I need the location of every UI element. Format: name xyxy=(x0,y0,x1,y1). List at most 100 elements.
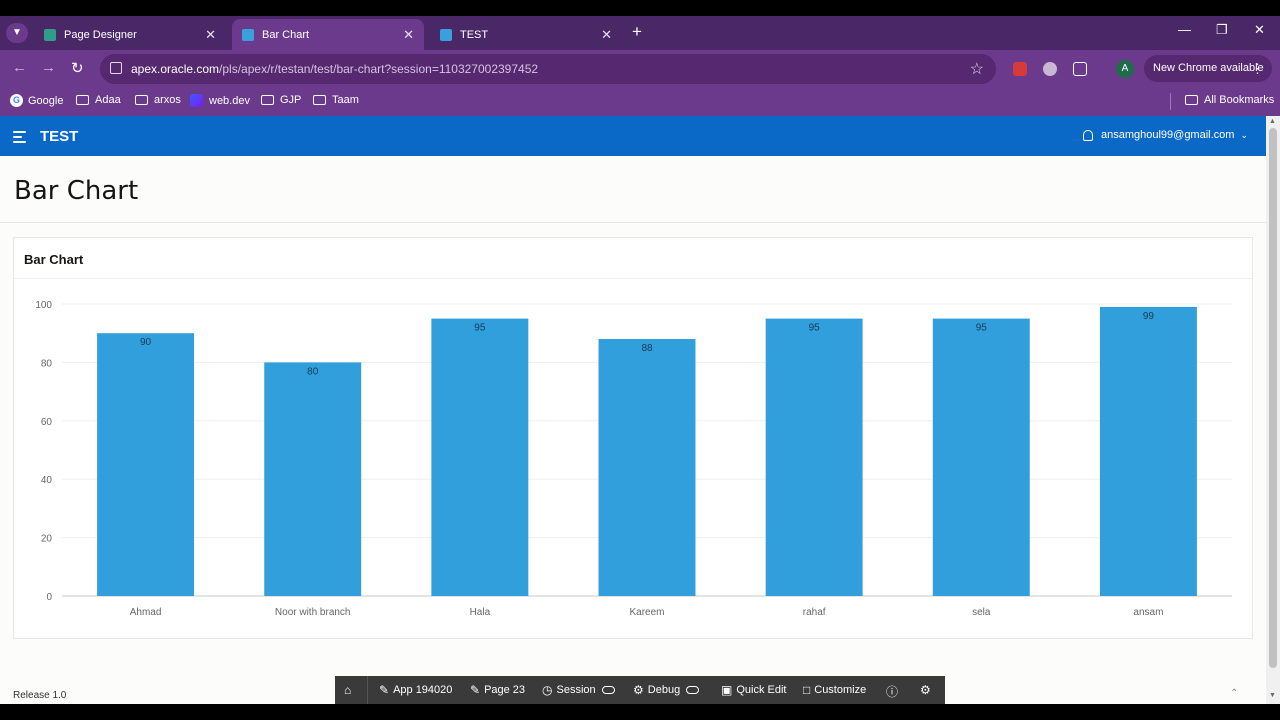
new-tab-button[interactable]: + xyxy=(632,22,642,42)
app-title[interactable]: TEST xyxy=(40,128,78,145)
tab-test[interactable]: TEST ✕ xyxy=(430,19,622,50)
x-tick-label: ansam xyxy=(1133,607,1163,618)
info-button[interactable]: ⓘ xyxy=(886,683,902,700)
page-scrollbar[interactable]: ▲ ▼ xyxy=(1266,116,1280,704)
data-label: 95 xyxy=(809,323,821,334)
web-dev-icon xyxy=(190,94,203,107)
screen-bottom-edge xyxy=(0,704,1280,720)
home-button[interactable]: ⌂ xyxy=(344,683,355,697)
chart-region: Bar Chart 0 20 40 60 80 100 90 Ahmad 80 Noor with… xyxy=(13,237,1253,639)
url-text: apex.oracle.com/pls/apex/r/testan/test/b… xyxy=(131,62,539,76)
x-tick-label: sela xyxy=(972,607,991,618)
page-edit-icon: ✎ xyxy=(470,683,481,697)
chart-bar[interactable] xyxy=(264,362,362,596)
quick-edit-icon: ▣ xyxy=(721,683,733,697)
user-email: ansamghoul99@gmail.com xyxy=(1100,129,1235,141)
extension-icon[interactable] xyxy=(1013,62,1027,76)
y-tick-label: 0 xyxy=(46,592,52,603)
scroll-top-icon[interactable]: ⌃ xyxy=(1230,688,1238,699)
x-tick-label: rahaf xyxy=(803,607,826,618)
folder-icon xyxy=(135,95,148,105)
y-tick-label: 60 xyxy=(41,417,53,428)
window-close-icon[interactable]: ✕ xyxy=(1254,22,1265,38)
tab-label: Page Designer xyxy=(64,28,137,41)
chart-bar[interactable] xyxy=(598,339,696,596)
data-label: 95 xyxy=(474,323,486,334)
all-bookmarks[interactable]: All Bookmarks xyxy=(1185,94,1274,106)
clock-icon: ◷ xyxy=(542,683,553,697)
bookmark-folder-gjp[interactable]: GJP xyxy=(261,94,301,106)
bookmark-folder-arxos[interactable]: arxos xyxy=(135,94,181,106)
chart-bar[interactable] xyxy=(1099,306,1197,596)
profile-avatar[interactable]: A xyxy=(1116,60,1134,78)
customize-button[interactable]: □ Customize xyxy=(803,683,866,697)
edit-icon: ✎ xyxy=(379,683,390,697)
chart-bar[interactable] xyxy=(97,333,195,596)
bookmarks-divider xyxy=(1170,93,1171,110)
bookmark-google[interactable]: G Google xyxy=(10,94,63,107)
address-bar[interactable]: apex.oracle.com/pls/apex/r/testan/test/b… xyxy=(100,54,996,84)
browser-tab-bar: ▼ Page Designer ✕ Bar Chart ✕ TEST ✕ + —… xyxy=(0,16,1280,50)
hamburger-menu-icon[interactable] xyxy=(13,131,26,146)
bookmark-web-dev[interactable]: web.dev xyxy=(190,94,250,107)
app-header: TEST ansamghoul99@gmail.com ⌄ xyxy=(0,116,1266,156)
bookmark-star-icon[interactable]: ☆ xyxy=(970,59,984,79)
data-label: 99 xyxy=(1143,311,1155,322)
extension-icon[interactable] xyxy=(1043,62,1057,76)
close-icon[interactable]: ✕ xyxy=(601,27,612,43)
scrollbar-thumb[interactable] xyxy=(1269,128,1277,668)
app-button[interactable]: ✎ App 194020 xyxy=(379,683,452,697)
reload-icon[interactable]: ↻ xyxy=(71,59,84,77)
debug-button[interactable]: ⚙ Debug xyxy=(633,683,700,697)
tab-page-designer[interactable]: Page Designer ✕ xyxy=(34,19,226,50)
chart-bar[interactable] xyxy=(431,318,529,596)
apex-page: TEST ansamghoul99@gmail.com ⌄ Bar Chart … xyxy=(0,116,1266,704)
apex-designer-icon xyxy=(44,28,56,41)
page-button[interactable]: ✎ Page 23 xyxy=(470,683,525,697)
back-icon[interactable]: ← xyxy=(12,59,27,76)
apex-app-icon xyxy=(242,28,254,41)
data-label: 80 xyxy=(307,366,319,377)
paint-roller-icon: □ xyxy=(803,683,811,697)
bookmarks-bar: G Google Adaa arxos web.dev GJP Taam All … xyxy=(0,88,1280,116)
user-menu[interactable]: ansamghoul99@gmail.com ⌄ xyxy=(1082,129,1248,141)
session-button[interactable]: ◷ Session xyxy=(542,683,615,697)
divider xyxy=(367,676,368,704)
tab-bar-chart[interactable]: Bar Chart ✕ xyxy=(232,19,424,50)
extensions-puzzle-icon[interactable] xyxy=(1073,62,1087,76)
bar-chart: 0 20 40 60 80 100 90 Ahmad 80 Noor with branch 95 H… xyxy=(35,300,1232,618)
scroll-down-icon[interactable]: ▼ xyxy=(1269,692,1276,699)
settings-button[interactable]: ⚙ xyxy=(920,683,935,697)
forward-icon[interactable]: → xyxy=(41,59,56,76)
menu-dots-icon[interactable]: ⋮ xyxy=(1251,55,1264,82)
quick-edit-button[interactable]: ▣ Quick Edit xyxy=(721,683,786,697)
user-icon xyxy=(1082,129,1093,141)
minimize-icon[interactable]: — xyxy=(1178,22,1191,37)
close-icon[interactable]: ✕ xyxy=(403,27,414,43)
developer-toolbar: ⌂ ✎ App 194020 ✎ Page 23 ◷ Session ⚙ Debug ▣… xyxy=(335,676,945,704)
toggle-icon xyxy=(686,686,700,694)
folder-icon xyxy=(261,95,274,105)
page-title-bar: Bar Chart xyxy=(0,156,1266,223)
x-tick-label: Ahmad xyxy=(130,607,162,618)
bookmark-folder-taam[interactable]: Taam xyxy=(313,94,359,106)
y-tick-label: 80 xyxy=(41,358,53,369)
google-icon: G xyxy=(10,94,23,107)
screen: ▼ Page Designer ✕ Bar Chart ✕ TEST ✕ + —… xyxy=(0,0,1280,720)
update-chrome-button[interactable]: New Chrome available ⋮ xyxy=(1144,55,1272,82)
x-tick-label: Hala xyxy=(470,607,491,618)
tab-label: TEST xyxy=(460,28,489,41)
y-tick-label: 20 xyxy=(41,534,53,545)
chevron-down-icon: ⌄ xyxy=(1240,129,1248,140)
y-tick-label: 100 xyxy=(35,300,52,311)
close-icon[interactable]: ✕ xyxy=(205,27,216,43)
bookmark-folder-adaa[interactable]: Adaa xyxy=(76,94,121,106)
restore-icon[interactable]: ❐ xyxy=(1216,22,1228,38)
apex-app-icon xyxy=(440,28,452,41)
chart-bar[interactable] xyxy=(932,318,1030,596)
scroll-up-icon[interactable]: ▲ xyxy=(1269,118,1276,125)
tab-search-button[interactable]: ▼ xyxy=(6,23,28,43)
site-info-icon[interactable] xyxy=(110,62,122,74)
browser-toolbar: ← → ↻ apex.oracle.com/pls/apex/r/testan/… xyxy=(0,50,1280,88)
chart-bar[interactable] xyxy=(765,318,863,596)
